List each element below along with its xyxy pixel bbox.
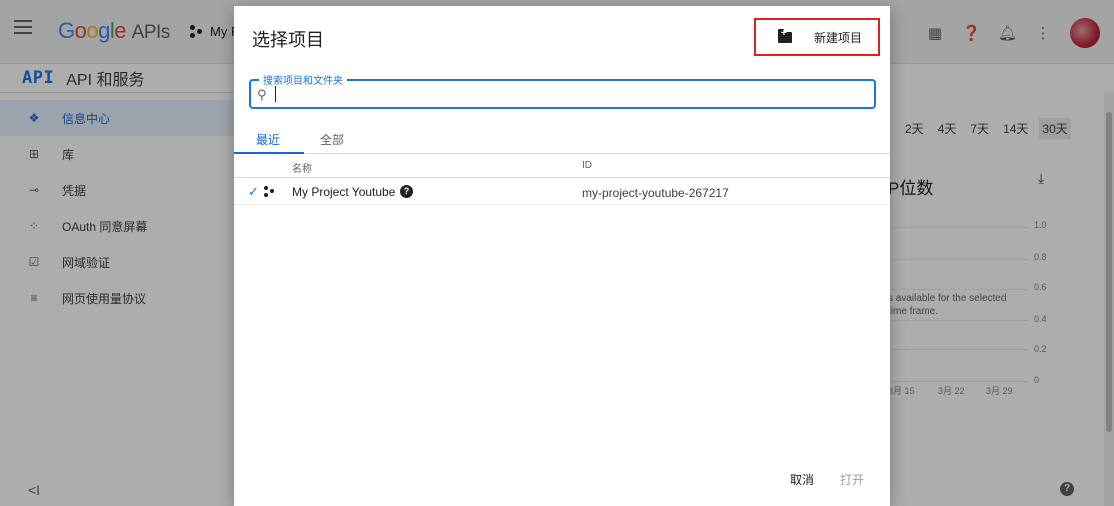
dialog-actions: 取消 打开 — [790, 471, 864, 488]
table-row[interactable]: ✓ My Project Youtube ? my-project-youtub… — [234, 179, 890, 205]
checkmark-icon: ✓ — [248, 184, 259, 199]
dialog-title: 选择项目 — [252, 30, 324, 50]
search-label: 搜索项目和文件夹 — [259, 72, 347, 87]
tab-recent[interactable]: 最近 — [256, 131, 280, 148]
open-button[interactable]: 打开 — [840, 471, 864, 488]
column-header-name: 名称 — [292, 164, 312, 175]
search-input[interactable] — [275, 86, 865, 104]
project-table-header: 名称 ID — [234, 156, 890, 178]
new-folder-icon — [778, 28, 792, 43]
project-tabs: 最近 全部 — [234, 126, 890, 154]
project-search-box[interactable]: 搜索项目和文件夹 ⚲ — [249, 72, 876, 109]
search-icon: ⚲ — [257, 87, 267, 102]
active-tab-indicator — [234, 152, 304, 154]
column-header-id: ID — [582, 160, 592, 171]
new-project-button[interactable]: 新建项目 — [754, 18, 880, 56]
select-project-dialog: 选择项目 新建项目 搜索项目和文件夹 ⚲ 最近 全部 名称 ID ✓ My Pr… — [234, 6, 890, 506]
text-caret — [275, 86, 276, 102]
tab-all[interactable]: 全部 — [320, 131, 344, 148]
new-project-label: 新建项目 — [814, 30, 863, 45]
cancel-button[interactable]: 取消 — [790, 471, 814, 488]
project-icon — [264, 186, 276, 198]
help-icon[interactable]: ? — [400, 185, 413, 198]
project-id: my-project-youtube-267217 — [582, 186, 729, 200]
project-name[interactable]: My Project Youtube — [292, 185, 395, 199]
